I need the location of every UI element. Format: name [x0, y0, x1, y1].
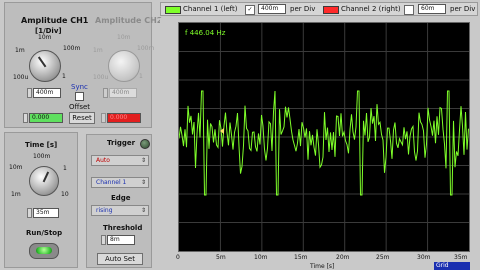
sync-checkbox[interactable] [75, 92, 84, 101]
x-tick: 15m [294, 254, 308, 261]
ch1-perdiv-label: per Div [290, 5, 316, 13]
x-axis-label: Time [s] [310, 263, 335, 270]
x-tick: 25m [376, 254, 390, 261]
trigger-title: Trigger [107, 139, 136, 147]
offset-ch1-field[interactable]: 0.000 [29, 113, 63, 123]
ch2-tick: 1 [139, 73, 143, 80]
trigger-panel: Trigger Auto ⇕ Channel 1 ⇕ Edge rising ⇕ Th… [86, 134, 152, 268]
legend-bar: Channel 1 (left) ✓ 400m per Div Channel … [160, 2, 478, 16]
ch1-value-stepper[interactable] [27, 88, 32, 98]
ch2-perdiv-field[interactable]: 60m [418, 4, 446, 14]
x-tick: 0 [176, 254, 180, 261]
ch1-tick: 100u [13, 74, 29, 81]
trigger-channel-select[interactable]: Channel 1 ⇕ [91, 177, 149, 188]
threshold-stepper[interactable] [101, 235, 106, 245]
run-stop-label: Run/Stop [26, 229, 63, 237]
ch1-tick: 1m [15, 47, 25, 54]
amplitude-ch2-title: Amplitude CH2 [95, 16, 163, 25]
threshold-field[interactable]: 8m [107, 235, 135, 245]
time-title: Time [s] [25, 141, 58, 149]
x-tick: 10m [254, 254, 268, 261]
ch1-legend-label: Channel 1 (left) [183, 5, 238, 13]
sync-label: Sync [71, 83, 88, 91]
time-value-field[interactable]: 35m [33, 208, 59, 218]
trigger-mode-value: Auto [96, 157, 110, 164]
trigger-edge-select[interactable]: rising ⇕ [91, 205, 149, 216]
trigger-threshold-label: Threshold [103, 224, 143, 232]
oscilloscope-trace [179, 23, 469, 251]
time-tick: 1 [63, 165, 67, 172]
x-tick: 20m [336, 254, 350, 261]
auto-set-button[interactable]: Auto Set [97, 253, 143, 265]
offset-stepper[interactable] [23, 113, 28, 123]
run-stop-button[interactable] [29, 243, 59, 259]
offset-reset-button[interactable]: Reset [69, 112, 95, 124]
ch2-perdiv-label: per Div [450, 5, 476, 13]
trigger-edge-label: Edge [111, 194, 131, 202]
x-tick: 35m [454, 254, 468, 261]
time-tick: 100m [33, 153, 51, 160]
ring-arrows-icon: ⇕ [140, 179, 146, 186]
amplitude-ch1-title: Amplitude CH1 [21, 16, 89, 25]
knob-pointer [42, 171, 50, 183]
plot-area[interactable]: f 446.04 Hz [178, 22, 470, 252]
ch2-tick: 10m [117, 34, 131, 41]
time-stepper[interactable] [27, 208, 32, 218]
ch2-value-field[interactable]: 400m [109, 88, 137, 98]
x-tick: 30m [417, 254, 431, 261]
ch1-tick: 10m [38, 34, 52, 41]
x-tick: 5m [216, 254, 226, 261]
plot-frame: f 446.04 Hz 0 5m 10m 15m 20m 25m 30m 35m… [160, 18, 478, 270]
ch2-visible-checkbox[interactable] [404, 5, 414, 15]
frequency-prefix: f [185, 29, 188, 37]
amplitude-ch2-knob[interactable] [108, 50, 140, 82]
status-indicator: Grid [434, 262, 470, 270]
ch2-legend-label: Channel 2 (right) [341, 5, 401, 13]
ch1-value-field[interactable]: 400m [33, 88, 61, 98]
ch2-value-stepper[interactable] [103, 88, 108, 98]
ch1-tick: 100m [63, 45, 81, 52]
ch2-tick: 1m [93, 47, 103, 54]
knob-pointer [37, 56, 47, 68]
trigger-mode-select[interactable]: Auto ⇕ [91, 155, 149, 166]
ch2-tick: 100u [93, 74, 109, 81]
ring-arrows-icon: ⇕ [140, 207, 146, 214]
frequency-readout: f 446.04 Hz [185, 29, 225, 37]
ch1-tick: 1 [62, 73, 66, 80]
ring-arrows-icon: ⇕ [140, 157, 146, 164]
ch2-tick: 100m [137, 45, 155, 52]
offset-label: Offset [69, 103, 91, 111]
trigger-led [140, 139, 150, 149]
time-panel: Time [s] 100m 10m 1 1m 10 35m Run/Stop [4, 132, 78, 268]
amplitude-ch1-knob[interactable] [29, 50, 61, 82]
ch1-perdiv-field[interactable]: 400m [258, 4, 286, 14]
time-tick: 1m [11, 191, 21, 198]
trigger-channel-value: Channel 1 [96, 179, 127, 186]
time-tick: 10m [9, 164, 23, 171]
amplitude-panel: Amplitude CH1 [1/Div] Amplitude CH2 1m 1… [4, 2, 162, 128]
frequency-unit: Hz [216, 29, 226, 37]
ch1-color-swatch [165, 6, 181, 14]
ch1-check-icon[interactable]: ✓ [245, 5, 255, 15]
run-led [36, 247, 52, 254]
time-tick: 10 [61, 191, 69, 198]
offset-ch2-stepper[interactable] [101, 113, 106, 123]
time-knob[interactable] [29, 166, 59, 196]
ch2-color-swatch [323, 6, 339, 14]
frequency-value: 446.04 [189, 29, 215, 37]
status-text: Grid [436, 262, 449, 269]
trigger-edge-value: rising [96, 207, 113, 214]
offset-ch2-field[interactable]: 0.000 [107, 113, 141, 123]
